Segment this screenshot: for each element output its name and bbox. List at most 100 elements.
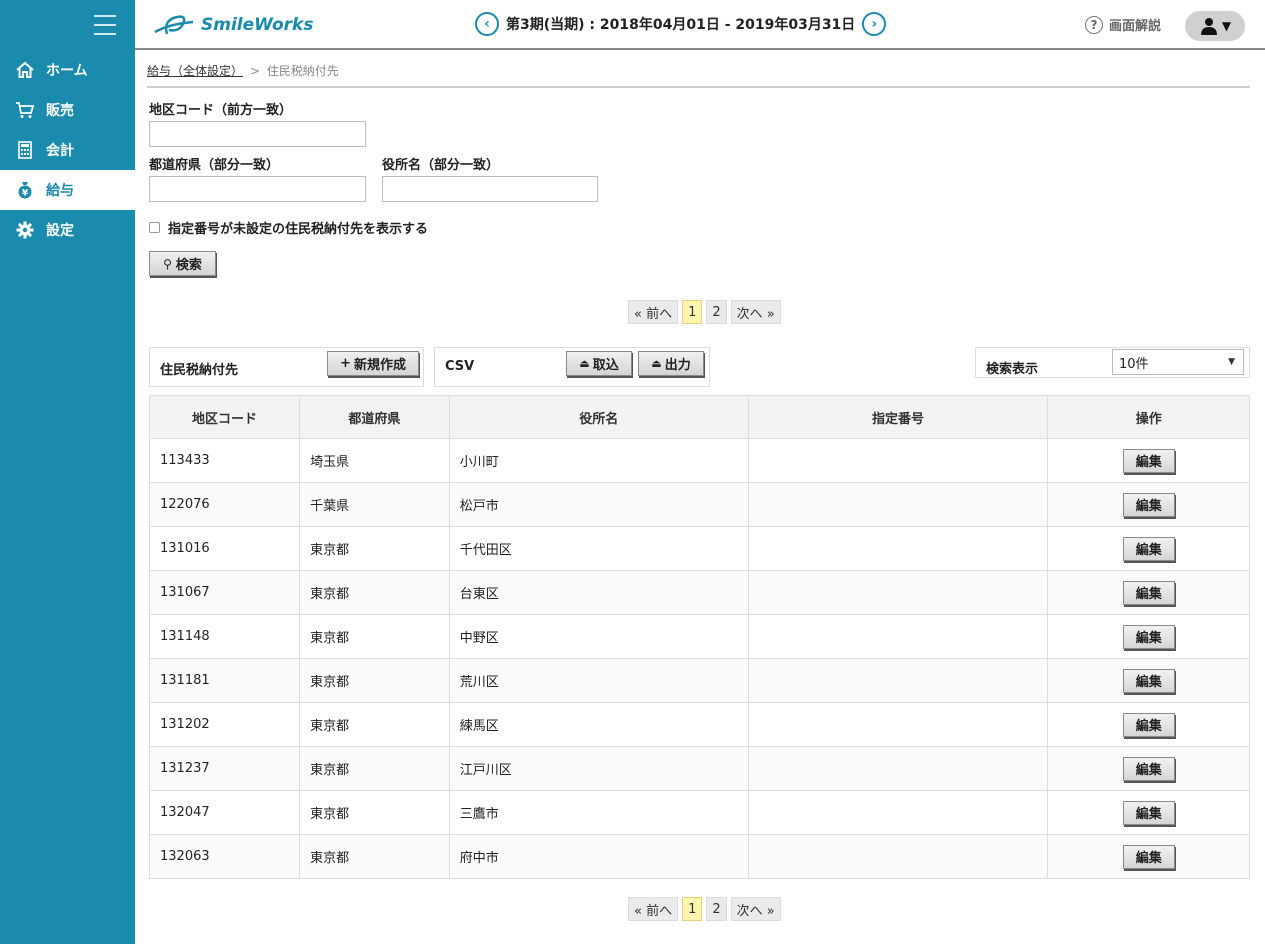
fiscal-period: ‹ 第3期(当期) : 2018年04月01日 - 2019年03月31日 › [475,12,887,36]
svg-text:¥: ¥ [22,189,29,199]
display-count-select[interactable]: 10件 ▼ [1112,349,1244,375]
question-icon: ? [1085,15,1103,34]
gear-icon [14,219,36,241]
unset-number-filter: 指定番号が未設定の住民税納付先を表示する [149,218,428,237]
cart-icon [14,99,36,121]
prev-period-button[interactable]: ‹ [475,12,499,36]
col-designated-number[interactable]: 指定番号 [747,395,1049,439]
edit-button[interactable]: 編集 [1122,536,1175,561]
chevron-right-icon: › [871,16,878,32]
cell-pref: 東京都 [299,658,450,703]
cell-code: 131237 [148,746,301,791]
pager-page-2[interactable]: 2 [706,897,727,921]
export-button-label: 出力 [664,358,691,373]
display-count-value: 10件 [1119,356,1149,372]
col-office-name[interactable]: 役所名 [448,395,749,439]
cell-pref: 埼玉県 [299,438,450,483]
col-prefecture[interactable]: 都道府県 [299,395,450,439]
pager-prev[interactable]: « 前へ [628,897,679,921]
table-row: 131148 東京都 中野区 編集 [148,614,1250,659]
sidebar-item-accounting[interactable]: 会計 [0,130,135,170]
table-row: 131067 東京都 台東区 編集 [148,570,1250,615]
cell-office: 府中市 [448,834,749,879]
cell-pref: 東京都 [299,614,450,659]
cell-actions: 編集 [1047,746,1250,791]
cell-number [747,746,1049,791]
cell-number [747,658,1049,703]
pager-prev[interactable]: « 前へ [628,300,679,324]
cell-number [747,614,1049,659]
pager-next[interactable]: 次へ » [730,300,781,324]
sidebar-item-sales[interactable]: 販売 [0,90,135,130]
prefecture-input[interactable] [149,176,366,202]
app-logo[interactable]: SmileWorks [153,12,313,38]
unset-number-checkbox[interactable] [149,222,160,233]
cell-code: 131067 [148,570,301,615]
help-button[interactable]: ? 画面解説 [1085,15,1161,34]
cell-pref: 東京都 [299,790,450,835]
edit-button[interactable]: 編集 [1122,800,1175,825]
import-button[interactable]: ⏏ 取込 [566,351,632,376]
cell-office: 千代田区 [448,526,749,571]
export-button[interactable]: ⏏ 出力 [638,351,704,376]
area-code-input[interactable] [149,121,366,147]
new-button[interactable]: + 新規作成 [327,351,419,376]
sidebar-item-home[interactable]: ホーム [0,50,135,90]
cell-office: 練馬区 [448,702,749,747]
col-area-code[interactable]: 地区コード [148,395,301,439]
search-button[interactable]: ⚲ 検索 [149,251,216,276]
resident-tax-table: 地区コード 都道府県 役所名 指定番号 操作 113433 埼玉県 小川町 編集 122… [148,395,1250,879]
calculator-icon [14,139,36,161]
cell-actions: 編集 [1047,790,1250,835]
cell-code: 131148 [148,614,301,659]
plus-icon: + [340,356,351,371]
edit-button[interactable]: 編集 [1122,712,1175,737]
sidebar-nav: ホーム 販売 会計 ¥ 給与 設定 [0,50,135,250]
edit-button[interactable]: 編集 [1122,668,1175,693]
caret-down-icon: ▼ [1228,357,1235,367]
table-row: 131016 東京都 千代田区 編集 [148,526,1250,571]
next-period-button[interactable]: › [862,12,887,36]
cell-actions: 編集 [1047,702,1250,747]
pager-page-1[interactable]: 1 [682,300,703,324]
breadcrumb-parent-link[interactable]: 給与（全体設定） [147,64,243,78]
cell-pref: 東京都 [299,702,450,747]
menu-icon[interactable] [94,15,116,35]
office-name-input[interactable] [382,176,598,202]
pager-next[interactable]: 次へ » [730,897,781,921]
download-icon: ⏏ [651,357,662,370]
search-icon: ⚲ [163,256,172,271]
breadcrumb: 給与（全体設定） > 住民税納付先 [147,62,1250,88]
table-row: 131237 東京都 江戸川区 編集 [148,746,1250,791]
table-row: 122076 千葉県 松戸市 編集 [148,482,1250,527]
edit-button[interactable]: 編集 [1122,448,1175,473]
edit-button[interactable]: 編集 [1122,492,1175,517]
edit-button[interactable]: 編集 [1122,580,1175,605]
resident-tax-toolbox: 住民税納付先 + 新規作成 [149,347,424,387]
money-bag-icon: ¥ [14,179,36,201]
sidebar-item-settings[interactable]: 設定 [0,210,135,250]
table-row: 131202 東京都 練馬区 編集 [148,702,1250,747]
edit-button[interactable]: 編集 [1122,844,1175,869]
cell-actions: 編集 [1047,438,1250,483]
sidebar-item-label: 販売 [46,103,74,119]
csv-label: CSV [445,359,475,374]
caret-down-icon: ▼ [1221,19,1232,33]
sidebar-item-label: 会計 [46,143,74,159]
edit-button[interactable]: 編集 [1122,624,1175,649]
office-name-label: 役所名（部分一致） [382,158,500,173]
pager-page-1[interactable]: 1 [682,897,703,921]
table-header-row: 地区コード 都道府県 役所名 指定番号 操作 [148,395,1250,439]
sidebar-item-label: 給与 [46,183,74,199]
sidebar-item-payroll[interactable]: ¥ 給与 [0,170,135,210]
cell-number [747,702,1049,747]
edit-button[interactable]: 編集 [1122,756,1175,781]
logo-text: SmileWorks [201,15,314,35]
upload-icon: ⏏ [579,357,590,370]
pagination-top: « 前へ 1 2 次へ » [628,300,781,324]
cell-pref: 千葉県 [299,482,450,527]
user-menu-button[interactable]: ▼ [1185,11,1245,41]
cell-code: 122076 [148,482,301,527]
area-code-label: 地区コード（前方一致） [149,103,293,118]
pager-page-2[interactable]: 2 [706,300,727,324]
